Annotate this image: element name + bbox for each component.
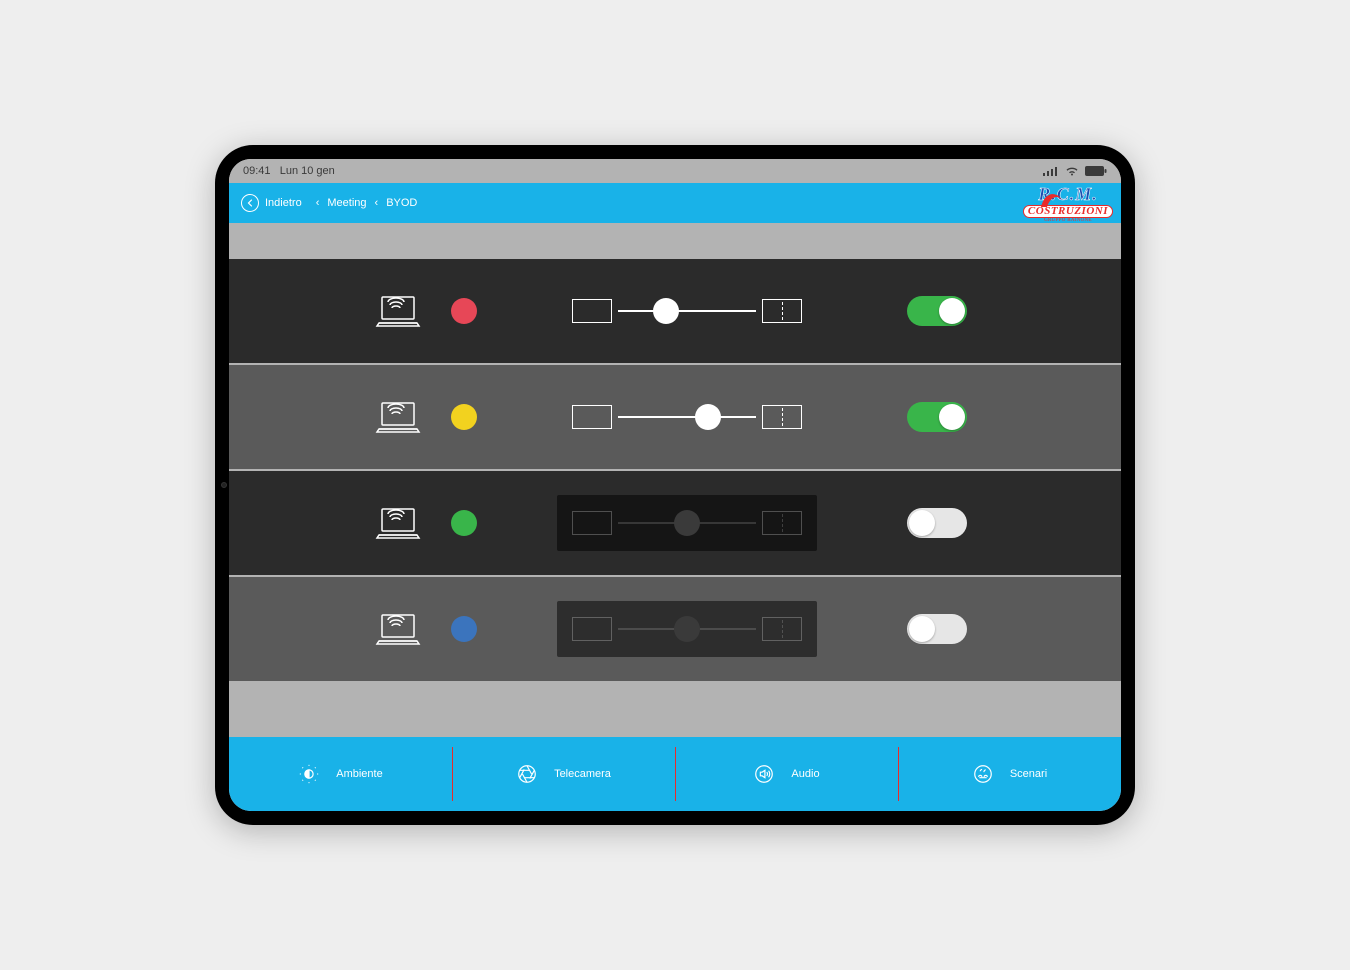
laptop-wifi-icon <box>375 506 421 540</box>
chevron-left-icon: ‹ <box>316 197 320 209</box>
slider-track <box>618 522 756 524</box>
speaker-icon <box>753 763 775 785</box>
view-slider <box>557 495 817 551</box>
view-slider[interactable] <box>557 389 817 445</box>
device-row <box>229 259 1121 363</box>
status-dot-yellow <box>451 404 477 430</box>
bottom-nav: Ambiente Telecamera Audio Scenari <box>229 737 1121 811</box>
nav-label: Ambiente <box>336 768 382 780</box>
slider-track[interactable] <box>618 416 756 418</box>
breadcrumb: ‹ Meeting ‹ BYOD <box>316 197 418 209</box>
nav-label: Scenari <box>1010 768 1047 780</box>
spacer <box>229 223 1121 259</box>
signal-icon <box>1043 166 1059 176</box>
split-view-icon <box>762 405 802 429</box>
device-row <box>229 577 1121 681</box>
status-bar: 09:41 Lun 10 gen <box>229 159 1121 183</box>
split-view-icon <box>762 299 802 323</box>
view-slider[interactable] <box>557 283 817 339</box>
toggle-knob <box>939 298 965 324</box>
status-icons <box>1043 166 1107 176</box>
spacer <box>229 681 1121 697</box>
single-view-icon <box>572 617 612 641</box>
slider-thumb[interactable] <box>695 404 721 430</box>
toggle-knob <box>939 404 965 430</box>
chevron-left-icon: ‹ <box>375 197 379 209</box>
toggle-knob <box>909 510 935 536</box>
device-camera <box>221 482 227 488</box>
split-view-icon <box>762 617 802 641</box>
laptop-wifi-icon <box>375 612 421 646</box>
nav-audio[interactable]: Audio <box>675 737 898 811</box>
status-date: Lun 10 gen <box>280 165 335 177</box>
brand-swoosh-icon <box>1037 185 1067 215</box>
device-rows <box>229 223 1121 737</box>
view-slider <box>557 601 817 657</box>
aperture-icon <box>516 763 538 785</box>
scene-icon <box>972 763 994 785</box>
logo-sub-text: GRUPPO RAINONE <box>1044 218 1092 223</box>
nav-label: Telecamera <box>554 768 611 780</box>
nav-ambiente[interactable]: Ambiente <box>229 737 452 811</box>
power-toggle[interactable] <box>907 614 967 644</box>
single-view-icon <box>572 511 612 535</box>
slider-thumb <box>674 510 700 536</box>
slider-track <box>618 628 756 630</box>
single-view-icon <box>572 405 612 429</box>
nav-telecamera[interactable]: Telecamera <box>452 737 675 811</box>
wifi-icon <box>1065 166 1079 176</box>
single-view-icon <box>572 299 612 323</box>
tablet-frame: 09:41 Lun 10 gen Indietro ‹ Meeting <box>215 145 1135 825</box>
header-bar: Indietro ‹ Meeting ‹ BYOD R.C.M. COSTRUZ… <box>229 183 1121 223</box>
slider-track[interactable] <box>618 310 756 312</box>
laptop-wifi-icon <box>375 400 421 434</box>
breadcrumb-byod[interactable]: BYOD <box>386 197 417 209</box>
brightness-icon <box>298 763 320 785</box>
nav-scenari[interactable]: Scenari <box>898 737 1121 811</box>
status-dot-red <box>451 298 477 324</box>
status-time: 09:41 <box>243 165 271 177</box>
laptop-wifi-icon <box>375 294 421 328</box>
breadcrumb-meeting[interactable]: Meeting <box>327 197 366 209</box>
power-toggle[interactable] <box>907 296 967 326</box>
battery-icon <box>1085 166 1107 176</box>
device-row <box>229 471 1121 575</box>
status-dot-blue <box>451 616 477 642</box>
device-row <box>229 365 1121 469</box>
slider-thumb[interactable] <box>653 298 679 324</box>
split-view-icon <box>762 511 802 535</box>
status-time-date: 09:41 Lun 10 gen <box>243 165 335 177</box>
screen: 09:41 Lun 10 gen Indietro ‹ Meeting <box>229 159 1121 811</box>
nav-label: Audio <box>791 768 819 780</box>
toggle-knob <box>909 616 935 642</box>
status-dot-green <box>451 510 477 536</box>
back-button[interactable]: Indietro <box>241 194 302 212</box>
back-circle-icon <box>241 194 259 212</box>
brand-logo: R.C.M. COSTRUZIONI GRUPPO RAINONE <box>1023 181 1113 225</box>
power-toggle[interactable] <box>907 508 967 538</box>
slider-thumb <box>674 616 700 642</box>
back-label: Indietro <box>265 197 302 209</box>
power-toggle[interactable] <box>907 402 967 432</box>
